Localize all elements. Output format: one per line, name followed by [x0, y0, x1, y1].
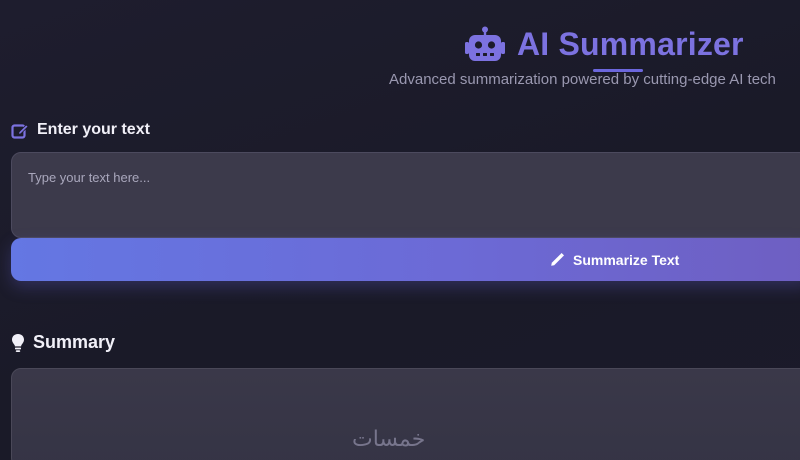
watermark: خمسات [352, 427, 426, 452]
robot-icon [465, 26, 505, 61]
lightbulb-icon [12, 333, 24, 352]
input-section-label: Enter your text [11, 121, 150, 139]
input-label-text: Enter your text [37, 121, 150, 138]
pencil-icon [551, 252, 564, 266]
summary-section-label: Summary [11, 332, 115, 353]
text-input[interactable] [12, 153, 800, 237]
app-subtitle: Advanced summarization powered by cuttin… [389, 71, 776, 88]
title-row: AI Summarizer [465, 24, 744, 64]
app-title: AI Summarizer [517, 25, 744, 62]
summarize-button-label: Summarize Text [573, 251, 680, 268]
edit-icon [11, 123, 29, 139]
summarize-button[interactable]: Summarize Text [11, 238, 800, 281]
app-header: AI Summarizer Advanced summarization pow… [0, 18, 800, 100]
summary-label-text: Summary [33, 332, 116, 352]
text-input-container [11, 152, 800, 238]
